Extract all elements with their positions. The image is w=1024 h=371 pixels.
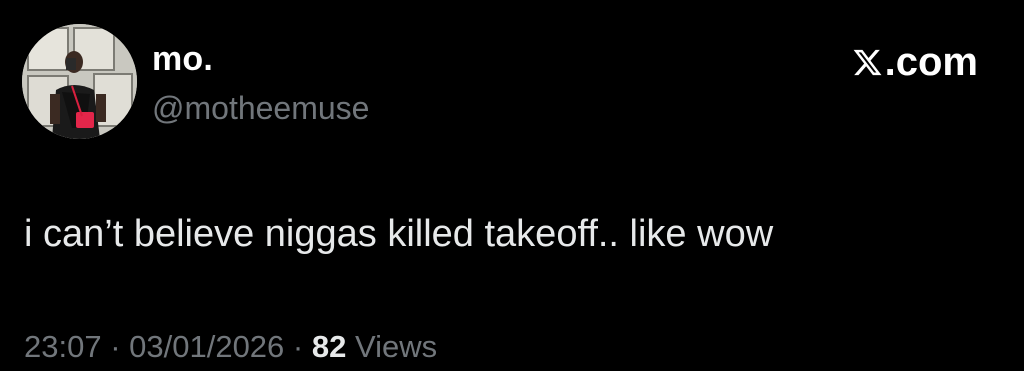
meta-separator: · — [284, 329, 312, 364]
avatar-photo — [22, 24, 137, 139]
tweet-text: i can’t believe niggas killed takeoff.. … — [24, 213, 774, 255]
avatar[interactable] — [22, 24, 137, 139]
views-label: Views — [346, 329, 438, 364]
user-handle[interactable]: @motheemuse — [152, 92, 369, 124]
brand-watermark: .com — [852, 42, 978, 82]
display-name[interactable]: mo. — [152, 42, 213, 76]
views-count[interactable]: 82 — [312, 329, 346, 364]
tweet-card: mo. @motheemuse .com i can’t believe nig… — [0, 0, 1024, 371]
x-logo-icon — [852, 47, 883, 78]
tweet-meta: 23:07 · 03/01/2026 · 82 Views — [24, 331, 437, 362]
meta-separator: · — [101, 329, 130, 364]
brand-label: .com — [884, 40, 978, 84]
tweet-time[interactable]: 23:07 — [24, 329, 102, 364]
tweet-date[interactable]: 03/01/2026 — [129, 329, 284, 364]
